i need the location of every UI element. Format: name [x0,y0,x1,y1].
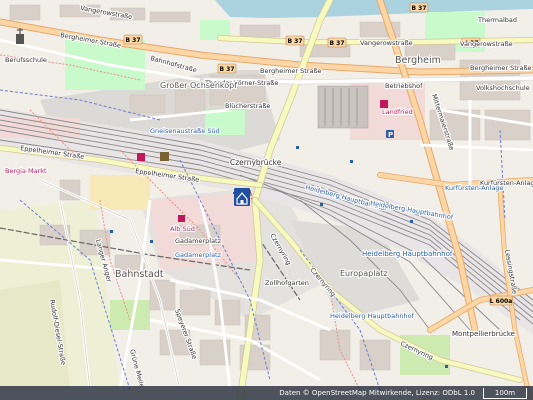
shield-l600a: L 600a [489,295,513,306]
label-bluecher: Blücherstraße [225,102,270,110]
label-gneisenau-sued: Gneisenaustraße Süd [150,127,220,135]
label-vangerowstrasse: Vangerowstraße [360,39,413,47]
svg-text:B 37: B 37 [219,66,234,73]
svg-text:L 600a: L 600a [490,298,513,305]
shopping-bag-icon [137,153,145,161]
label-kurfuerstenanlage-stop: Kurfürsten-Anlage [445,184,504,192]
label-montpellierbruecke: Montpellierbrücke [452,330,515,338]
parking-icon: P [386,130,394,139]
church-icon [16,28,24,44]
svg-text:B 37: B 37 [125,37,140,44]
label-bergheim: Bergheim [395,55,441,66]
label-europaplatz: Europaplatz [340,269,388,278]
park-bahnstadt [110,300,150,330]
commercial-zone-1 [0,118,80,138]
label-grosser-ochsenkopf: Großer Ochsenkopf [160,81,237,90]
label-thermalbad: Thermalbad [477,16,517,24]
label-gadamerplatz: Gadamerplatz [175,237,222,245]
shield-b37-4: B 37 [327,37,347,48]
shield-b37-2: B 37 [217,63,237,74]
label-betriebshof: Betriebshof [385,82,423,90]
label-czernybruecke: Czernybrücke [230,158,282,167]
shield-b37-3: B 37 [285,35,305,46]
svg-text:B 37: B 37 [411,5,426,12]
svg-text:B 37: B 37 [287,38,302,45]
home-marker-icon[interactable] [234,188,250,206]
label-bergia-markt: Bergia Markt [5,167,47,175]
label-bahnstadt: Bahnstadt [115,269,164,280]
label-berufsschule: Berufsschule [5,56,47,64]
label-bergheimer-3: Bergheimer Straße [470,64,532,72]
label-vangerowstrasse-right: Vangerowstraße [460,40,513,48]
label-volkshochschule: Volkshochschule [476,84,530,92]
attribution-text[interactable]: Daten © OpenStreetMap Mitwirkende, Lizen… [279,389,475,397]
scale-bar: 100m [483,388,527,399]
shopping-bag-icon-2 [380,100,388,108]
svg-text:P: P [388,131,393,139]
label-alb-sued: Alb Süd [170,225,195,233]
label-bergheimer-2: Bergheimer Straße [260,67,322,75]
map-canvas[interactable]: B 37 B 37 B 37 B 37 B 37 B 37 L 600a Van… [0,0,533,400]
label-gadamerplatz-stop: Gadamerplatz [175,251,222,259]
svg-text:B 37: B 37 [329,40,344,47]
label-hbf-3: Heidelberg Hauptbahnhof [362,250,453,258]
building-icon [160,152,169,161]
attribution-bar: Daten © OpenStreetMap Mitwirkende, Lizen… [0,386,533,400]
shield-b37-5: B 37 [409,2,429,13]
betriebshof-building [317,85,369,129]
scale-label: 100m [494,389,516,397]
shield-b37-1: B 37 [123,34,143,45]
label-hbf-4: Heidelberg Hauptbahnhof [330,312,415,320]
label-zollhofgarten: Zollhofgarten [265,279,309,287]
shopping-bag-icon-3 [178,215,185,222]
label-landfried: Landfried [382,108,413,116]
